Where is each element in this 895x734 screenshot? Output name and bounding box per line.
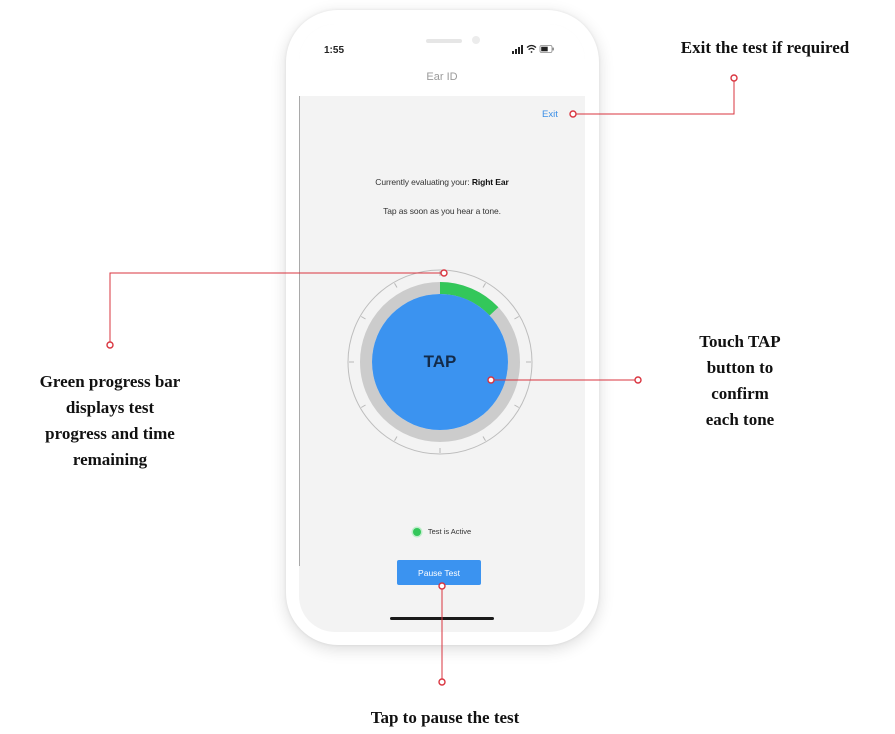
progress-callout-dot-end: [106, 341, 114, 349]
speaker-grille: [426, 39, 462, 43]
dial-tick: [360, 404, 366, 408]
tap-button[interactable]: TAP: [372, 294, 508, 430]
test-status-text: Test is Active: [427, 527, 472, 536]
status-bar: 1:55: [299, 24, 585, 68]
dial-tick: [394, 282, 398, 288]
progress-annotation-line: Green progress bar: [39, 372, 181, 391]
dial-tick: [482, 282, 486, 288]
battery-icon: [539, 45, 554, 53]
tap-callout-dot-end: [634, 376, 642, 384]
tap-annotation: Touch TAP button to confirm each tone: [660, 329, 820, 433]
status-icons: [512, 44, 554, 54]
evaluation-text: Currently evaluating your: Right Ear: [299, 177, 585, 187]
pause-test-button[interactable]: Pause Test: [397, 560, 481, 585]
navigation-bar: Ear ID: [299, 68, 585, 96]
dial-tick: [482, 436, 486, 442]
evaluated-ear: Right Ear: [471, 177, 509, 187]
dial-tick: [360, 316, 366, 320]
evaluation-prefix: Currently evaluating your:: [375, 177, 472, 187]
wifi-icon: [526, 44, 537, 53]
tap-label: TAP: [423, 352, 457, 371]
tap-annotation-line: each tone: [705, 410, 775, 429]
test-status: Test is Active: [299, 527, 585, 536]
instruction-text: Tap as soon as you hear a tone.: [383, 206, 501, 216]
front-camera: [472, 36, 480, 44]
progress-annotation-line: remaining: [72, 450, 148, 469]
progress-annotation: Green progress bar displays test progres…: [0, 369, 220, 473]
tap-annotation-line: button to: [706, 358, 774, 377]
phone-screen: 1:55 Ear ID Exit Currently evaluating yo…: [299, 24, 585, 632]
dial-tick: [514, 316, 520, 320]
exit-button[interactable]: Exit: [542, 109, 558, 120]
exit-annotation: Exit the test if required: [680, 38, 850, 57]
progress-annotation-line: progress and time: [45, 424, 175, 443]
dial-tick: [514, 404, 520, 408]
tap-annotation-line: Touch TAP: [699, 332, 781, 351]
dial-tick: [394, 436, 398, 442]
exit-callout-dot-end: [730, 74, 738, 82]
status-time: 1:55: [324, 45, 345, 56]
active-indicator-icon: [412, 527, 421, 536]
signal-icon: [512, 45, 523, 54]
scroll-edge: [299, 96, 300, 566]
pause-callout-dot-end: [438, 678, 446, 686]
screen-title: Ear ID: [426, 71, 458, 83]
tap-annotation-line: confirm: [711, 384, 769, 403]
home-indicator: [390, 617, 494, 620]
pause-annotation: Tap to pause the test: [370, 708, 520, 727]
progress-annotation-line: displays test: [65, 398, 155, 417]
